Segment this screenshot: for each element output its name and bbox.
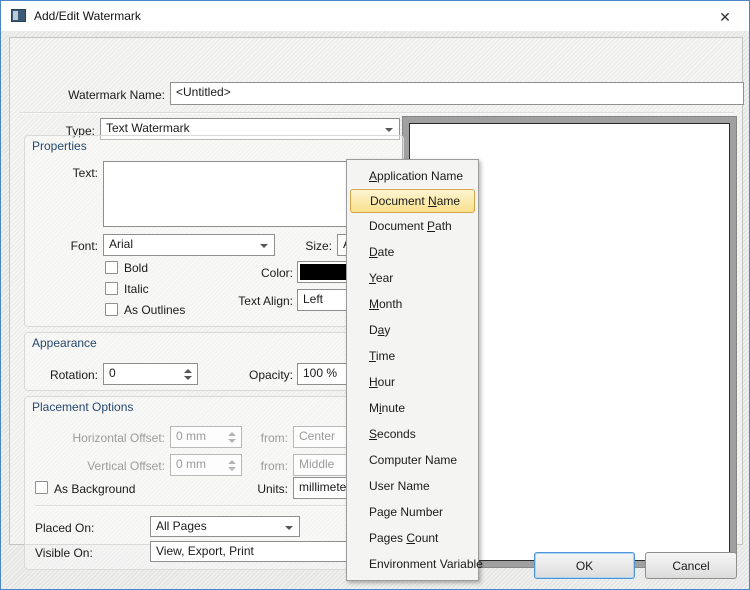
spinner-arrows-icon — [225, 429, 239, 445]
as-background-checkbox[interactable] — [35, 481, 48, 494]
opacity-value: 100 % — [303, 366, 337, 380]
horizontal-offset-label: Horizontal Offset: — [30, 431, 165, 445]
chevron-down-icon — [260, 244, 268, 248]
vertical-offset-label: Vertical Offset: — [30, 459, 165, 473]
header-separator — [20, 112, 734, 114]
menu-item-seconds[interactable]: Seconds — [347, 421, 478, 447]
menu-item-date[interactable]: Date — [347, 239, 478, 265]
size-label: Size: — [292, 239, 332, 253]
bold-label: Bold — [124, 261, 148, 275]
horizontal-offset-spinner: 0 mm — [170, 426, 242, 448]
horizontal-from-label: from: — [248, 431, 288, 445]
spinner-arrows-icon — [225, 457, 239, 473]
font-combobox[interactable]: Arial — [103, 234, 275, 256]
vertical-offset-value: 0 mm — [176, 457, 206, 471]
properties-header: Properties — [32, 139, 87, 153]
menu-item-hour[interactable]: Hour — [347, 369, 478, 395]
menu-item-minute[interactable]: Minute — [347, 395, 478, 421]
chevron-down-icon — [385, 128, 393, 132]
menu-item-document-name[interactable]: Document Name — [350, 189, 475, 213]
horizontal-offset-value: 0 mm — [176, 429, 206, 443]
spinner-arrows-icon[interactable] — [181, 366, 195, 382]
vertical-offset-spinner: 0 mm — [170, 454, 242, 476]
text-label: Text: — [30, 166, 98, 180]
text-align-value: Left — [303, 292, 323, 306]
menu-item-user-name[interactable]: User Name — [347, 473, 478, 499]
type-value: Text Watermark — [106, 121, 190, 135]
menu-item-time[interactable]: Time — [347, 343, 478, 369]
font-value: Arial — [109, 237, 133, 251]
cancel-button[interactable]: Cancel — [645, 552, 737, 579]
color-label: Color: — [233, 266, 293, 280]
text-align-label: Text Align: — [213, 294, 293, 308]
as-outlines-label: As Outlines — [124, 303, 185, 317]
menu-item-year[interactable]: Year — [347, 265, 478, 291]
rotation-label: Rotation: — [30, 368, 98, 382]
placed-on-value: All Pages — [156, 519, 207, 533]
vertical-from-label: from: — [248, 459, 288, 473]
menu-item-pages-count[interactable]: Pages Count — [347, 525, 478, 551]
visible-on-label: Visible On: — [35, 546, 93, 560]
font-label: Font: — [30, 239, 98, 253]
watermark-text-input[interactable] — [103, 161, 351, 227]
dialog-body: Watermark Name: <Untitled> Type: Text Wa… — [1, 31, 750, 590]
menu-item-document-path[interactable]: Document Path — [347, 213, 478, 239]
horizontal-from-value: Center — [299, 429, 335, 443]
ok-button[interactable]: OK — [534, 552, 635, 579]
menu-item-environment-variable[interactable]: Environment Variable — [347, 551, 478, 577]
units-label: Units: — [228, 482, 288, 496]
rotation-spinner[interactable]: 0 — [103, 363, 198, 385]
placement-separator — [35, 505, 395, 507]
watermark-dialog-icon — [11, 9, 26, 22]
as-background-label: As Background — [54, 482, 135, 496]
italic-checkbox[interactable] — [105, 282, 118, 295]
vertical-from-value: Middle — [299, 457, 334, 471]
menu-item-application-name[interactable]: Application Name — [347, 163, 478, 189]
rotation-value: 0 — [109, 366, 116, 380]
appearance-header: Appearance — [32, 336, 97, 350]
opacity-label: Opacity: — [223, 368, 293, 382]
macro-dropdown-menu: Application NameDocument NameDocument Pa… — [346, 159, 479, 581]
visible-on-value: View, Export, Print — [156, 544, 254, 558]
placed-on-label: Placed On: — [35, 521, 94, 535]
menu-item-page-number[interactable]: Page Number — [347, 499, 478, 525]
bold-checkbox[interactable] — [105, 261, 118, 274]
chevron-down-icon — [285, 526, 293, 530]
placed-on-combobox[interactable]: All Pages — [150, 516, 300, 537]
watermark-name-input[interactable]: <Untitled> — [170, 82, 744, 105]
menu-item-day[interactable]: Day — [347, 317, 478, 343]
as-outlines-checkbox[interactable] — [105, 303, 118, 316]
menu-item-computer-name[interactable]: Computer Name — [347, 447, 478, 473]
dialog-title: Add/Edit Watermark — [34, 9, 141, 23]
menu-item-month[interactable]: Month — [347, 291, 478, 317]
placement-options-header: Placement Options — [32, 400, 133, 414]
watermark-name-label: Watermark Name: — [30, 88, 165, 102]
add-edit-watermark-dialog: Add/Edit Watermark ✕ Watermark Name: <Un… — [0, 0, 750, 590]
italic-label: Italic — [124, 282, 149, 296]
title-bar: Add/Edit Watermark ✕ — [1, 1, 749, 31]
close-icon[interactable]: ✕ — [711, 6, 739, 28]
